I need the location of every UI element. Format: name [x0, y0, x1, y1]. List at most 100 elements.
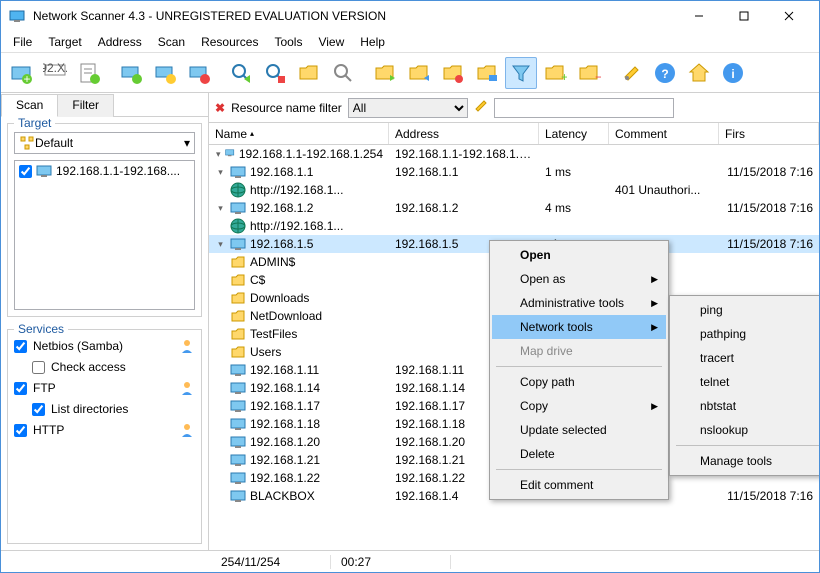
menu-target[interactable]: Target [40, 33, 89, 51]
tb-home[interactable] [683, 57, 715, 89]
tb-host-edit[interactable] [149, 57, 181, 89]
maximize-button[interactable] [721, 2, 766, 30]
table-row[interactable]: ▾192.168.1.1 192.168.1.1 1 ms 11/15/2018… [209, 163, 819, 181]
ctx-edit-comment[interactable]: Edit comment [492, 473, 666, 497]
ctx-delete[interactable]: Delete [492, 442, 666, 466]
filter-bar: ✖ Resource name filter All [209, 93, 819, 123]
row-name: 192.168.1.18 [250, 417, 320, 431]
service-sub-check[interactable] [32, 403, 45, 416]
tb-open-folder[interactable] [293, 57, 325, 89]
tb-folder4[interactable] [471, 57, 503, 89]
target-item-check[interactable] [19, 165, 32, 178]
svg-text:−: − [595, 70, 601, 84]
host-icon [230, 398, 246, 414]
host-icon [230, 470, 246, 486]
tb-folder5[interactable]: + [539, 57, 571, 89]
filter-edit-icon[interactable] [474, 99, 488, 116]
col-first[interactable]: Firs [719, 123, 819, 144]
menu-file[interactable]: File [5, 33, 40, 51]
row-name: Users [250, 345, 281, 359]
target-item[interactable]: 192.168.1.1-192.168.... [15, 161, 194, 181]
folder-icon [230, 326, 246, 342]
menu-scan[interactable]: Scan [150, 33, 193, 51]
col-comment[interactable]: Comment [609, 123, 719, 144]
tb-filter-funnel[interactable] [505, 57, 537, 89]
ctx-sub-nbtstat[interactable]: nbtstat [672, 394, 819, 418]
tb-host-remove[interactable] [183, 57, 215, 89]
context-submenu[interactable]: pingpathpingtracerttelnetnbtstatnslookup… [669, 295, 819, 476]
host-icon [225, 146, 234, 162]
tb-help[interactable]: ? [649, 57, 681, 89]
ctx-update-selected[interactable]: Update selected [492, 418, 666, 442]
expander-icon[interactable]: ▾ [215, 167, 226, 178]
row-name: 192.168.1.14 [250, 381, 320, 395]
expander-icon[interactable]: ▾ [215, 149, 221, 160]
tb-scan-start[interactable] [225, 57, 257, 89]
expander-icon[interactable]: ▾ [215, 203, 226, 214]
col-address[interactable]: Address [389, 123, 539, 144]
ctx-sub-telnet[interactable]: telnet [672, 370, 819, 394]
ctx-open-as[interactable]: Open as▶ [492, 267, 666, 291]
target-group: Target Default ▾ 192.168.1.1-192.168.... [7, 123, 202, 317]
filter-input[interactable] [494, 98, 674, 118]
expander-icon[interactable]: ▾ [215, 239, 226, 250]
filter-clear-icon[interactable]: ✖ [215, 101, 225, 115]
tb-folder2[interactable] [403, 57, 435, 89]
ctx-copy[interactable]: Copy▶ [492, 394, 666, 418]
table-row[interactable]: http://192.168.1... 401 Unauthori... [209, 181, 819, 199]
menu-resources[interactable]: Resources [193, 33, 266, 51]
ctx-sub-nslookup[interactable]: nslookup [672, 418, 819, 442]
tb-about[interactable]: i [717, 57, 749, 89]
minimize-button[interactable] [676, 2, 721, 30]
grid-body[interactable]: ▾192.168.1.1-192.168.1.254 192.168.1.1-1… [209, 145, 819, 550]
service-check[interactable] [14, 340, 27, 353]
service-check[interactable] [14, 424, 27, 437]
menu-tools[interactable]: Tools [266, 33, 310, 51]
ctx-sub-ping[interactable]: ping [672, 298, 819, 322]
service-sub-check[interactable] [32, 361, 45, 374]
context-menu[interactable]: OpenOpen as▶Administrative tools▶Network… [489, 240, 669, 500]
target-item-text: 192.168.1.1-192.168.... [56, 164, 180, 178]
tb-ip-range[interactable]: 192.X.X [39, 57, 71, 89]
ctx-network-tools[interactable]: Network tools▶ [492, 315, 666, 339]
tab-filter[interactable]: Filter [57, 94, 114, 117]
table-row[interactable]: ▾192.168.1.1-192.168.1.254 192.168.1.1-1… [209, 145, 819, 163]
row-name: 192.168.1.20 [250, 435, 320, 449]
table-row[interactable]: http://192.168.1... [209, 217, 819, 235]
col-name[interactable]: Name▴ [209, 123, 389, 144]
service-sub-row: Check access [32, 360, 195, 374]
service-check[interactable] [14, 382, 27, 395]
menu-address[interactable]: Address [90, 33, 150, 51]
col-latency[interactable]: Latency [539, 123, 609, 144]
tb-folder6[interactable]: − [573, 57, 605, 89]
target-list[interactable]: 192.168.1.1-192.168.... [14, 160, 195, 310]
tab-scan[interactable]: Scan [1, 94, 58, 117]
menu-help[interactable]: Help [352, 33, 393, 51]
close-button[interactable] [766, 2, 811, 30]
row-name: NetDownload [250, 309, 322, 323]
row-name: C$ [250, 273, 265, 287]
ctx-sub-pathping[interactable]: pathping [672, 322, 819, 346]
tb-scan-stop[interactable] [259, 57, 291, 89]
tb-search[interactable] [327, 57, 359, 89]
ctx-administrative-tools[interactable]: Administrative tools▶ [492, 291, 666, 315]
tb-list[interactable] [73, 57, 105, 89]
tb-host-add[interactable] [115, 57, 147, 89]
target-combo[interactable]: Default ▾ [14, 132, 195, 154]
filter-combo[interactable]: All [348, 98, 468, 118]
ctx-sub-manage-tools[interactable]: Manage tools [672, 449, 819, 473]
row-name: 192.168.1.1-192.168.1.254 [239, 147, 383, 161]
svg-text:+: + [561, 70, 567, 84]
folder-icon [230, 254, 246, 270]
tb-folder3[interactable] [437, 57, 469, 89]
table-row[interactable]: ▾192.168.1.2 192.168.1.2 4 ms 11/15/2018… [209, 199, 819, 217]
menu-view[interactable]: View [310, 33, 352, 51]
ctx-open[interactable]: Open [492, 243, 666, 267]
host-icon [230, 488, 246, 504]
tb-new-scan[interactable]: + [5, 57, 37, 89]
ctx-copy-path[interactable]: Copy path [492, 370, 666, 394]
service-sub-row: List directories [32, 402, 195, 416]
tb-folder1[interactable] [369, 57, 401, 89]
tb-settings[interactable] [615, 57, 647, 89]
ctx-sub-tracert[interactable]: tracert [672, 346, 819, 370]
